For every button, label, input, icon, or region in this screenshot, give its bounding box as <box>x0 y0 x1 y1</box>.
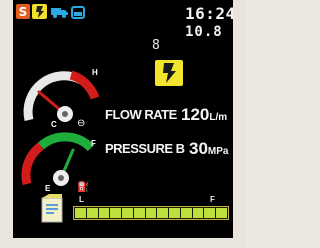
flow-rate-unit: L/m <box>209 112 228 123</box>
pressure-b-label: PRESSURE B <box>105 141 185 156</box>
level-segment <box>216 208 227 218</box>
level-bar <box>73 206 229 220</box>
level-segment <box>86 208 98 218</box>
level-segment <box>122 208 133 218</box>
level-segment <box>75 208 86 218</box>
level-segment <box>180 208 192 218</box>
level-segment <box>110 208 122 218</box>
level-segment <box>169 208 180 218</box>
flow-rate-label: FLOW RATE <box>105 107 177 122</box>
fuel-gauge: F E ⛽ <box>19 132 105 198</box>
gauge-high-label: H <box>92 68 98 77</box>
level-high-label: F <box>210 195 215 204</box>
gauge-empty-label: E <box>45 184 51 193</box>
mode-s-badge: S <box>16 4 30 19</box>
voltage-readout: 10.8 <box>185 24 223 40</box>
level-segment <box>145 208 157 218</box>
level-segment <box>98 208 110 218</box>
flow-rate-value: 120L/m <box>181 105 227 125</box>
level-low-label: L <box>79 195 84 204</box>
truck-icon <box>50 4 68 19</box>
mode-indicator: 8 <box>152 38 160 53</box>
pressure-b-number: 30 <box>189 139 208 158</box>
fuel-pump-icon: ⛽ <box>77 182 90 193</box>
level-segment <box>133 208 145 218</box>
level-segment <box>157 208 169 218</box>
level-segment <box>192 208 204 218</box>
tank-icon <box>70 4 86 19</box>
display-screen: S 16:24 10.8 8 H C ⊖ F E ⛽ FLOW RATE 120… <box>13 0 233 238</box>
pressure-b-unit: MPa <box>207 146 229 157</box>
large-key-icon <box>155 60 183 86</box>
thermometer-icon: ⊖ <box>77 118 86 129</box>
flow-rate-number: 120 <box>181 105 210 124</box>
key-icon <box>32 4 47 19</box>
gauge-low-label: C <box>51 120 57 129</box>
document-icon <box>39 194 65 229</box>
clock-display: 16:24 <box>185 4 233 23</box>
pressure-b-value: 30MPa <box>189 139 228 159</box>
level-segment <box>204 208 216 218</box>
temperature-gauge: H C ⊖ <box>19 62 105 132</box>
gauge-full-label: F <box>91 139 96 148</box>
